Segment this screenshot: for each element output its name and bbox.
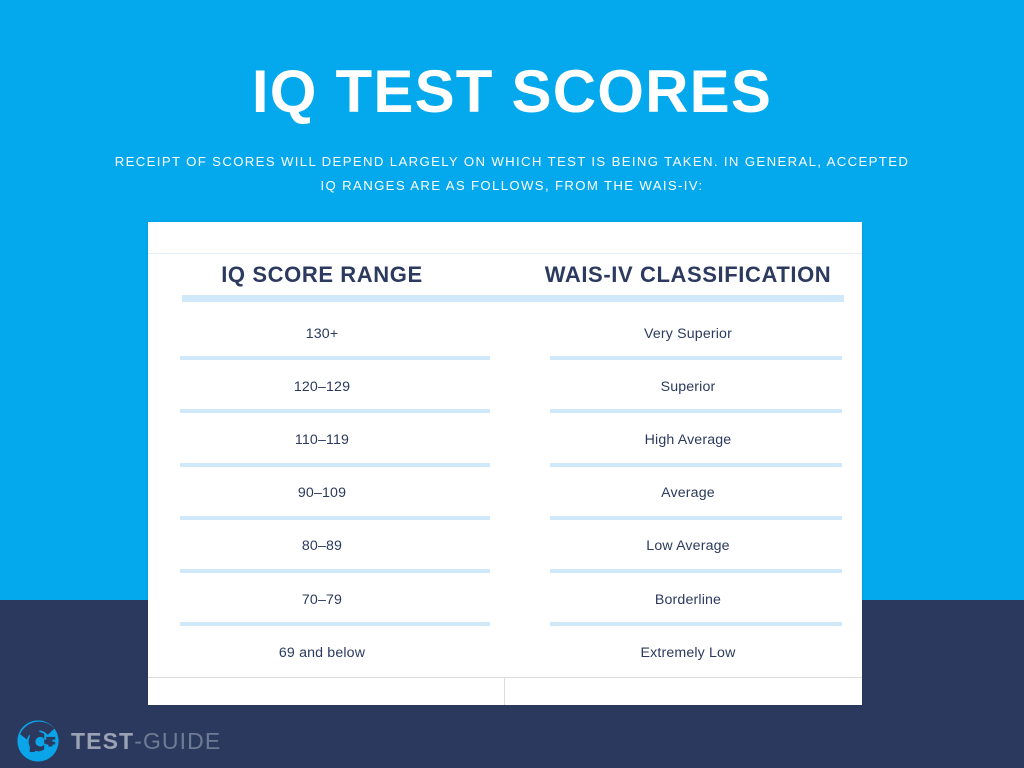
- page-subtitle: RECEIPT OF SCORES WILL DEPEND LARGELY ON…: [114, 154, 910, 194]
- brand-name-secondary: -GUIDE: [134, 727, 222, 754]
- cell-iq-range: 90–109: [148, 467, 510, 520]
- cell-classification: High Average: [510, 413, 862, 467]
- table-row: 80–89 Low Average: [148, 520, 862, 574]
- brand-name-primary: TEST: [71, 727, 135, 754]
- column-header-iq-score-range: IQ SCORE RANGE: [221, 262, 423, 287]
- table-body: 130+ Very Superior 120–129 Superior 110–…: [148, 307, 862, 679]
- cell-iq-range: 69 and below: [278, 644, 366, 661]
- card-bottom-column-divider: [504, 677, 505, 705]
- cell-classification: Extremely Low: [640, 644, 736, 661]
- score-table-card: IQ SCORE RANGE WAIS-IV CLASSIFICATION 13…: [148, 222, 862, 705]
- cell-classification: Borderline: [510, 573, 862, 627]
- card-bottom-divider: [148, 677, 862, 678]
- test-guide-logo-icon: [16, 719, 60, 763]
- cell-iq-range: 110–119: [148, 413, 510, 467]
- cell-classification: Low Average: [510, 520, 862, 574]
- cell-iq-range: 70–79: [148, 573, 510, 627]
- table-row: 70–79 Borderline: [148, 573, 862, 627]
- cell-iq-range: 130+: [148, 307, 510, 361]
- cell-classification: Very Superior: [510, 307, 862, 361]
- cell-classification: Superior: [510, 360, 862, 414]
- page-title: IQ TEST SCORES: [251, 58, 773, 125]
- cell-iq-range: 80–89: [148, 520, 510, 574]
- infographic-stage: IQ TEST SCORES RECEIPT OF SCORES WILL DE…: [0, 0, 1024, 768]
- cell-iq-range: 120–129: [148, 360, 510, 414]
- cell-classification: Average: [510, 467, 862, 520]
- table-row: 69 and below Extremely Low: [148, 626, 862, 679]
- table-row: 130+ Very Superior: [148, 307, 862, 361]
- card-top-divider: [148, 253, 862, 254]
- table-header-underline: [182, 295, 844, 302]
- table-header-row: IQ SCORE RANGE WAIS-IV CLASSIFICATION: [148, 262, 862, 288]
- brand-logo-text: TEST-GUIDE: [71, 727, 222, 754]
- table-row: 110–119 High Average: [148, 413, 862, 467]
- table-row: 90–109 Average: [148, 467, 862, 520]
- table-row: 120–129 Superior: [148, 360, 862, 414]
- column-header-wais-iv-classification: WAIS-IV CLASSIFICATION: [544, 262, 832, 287]
- brand-logo: TEST-GUIDE: [16, 719, 221, 763]
